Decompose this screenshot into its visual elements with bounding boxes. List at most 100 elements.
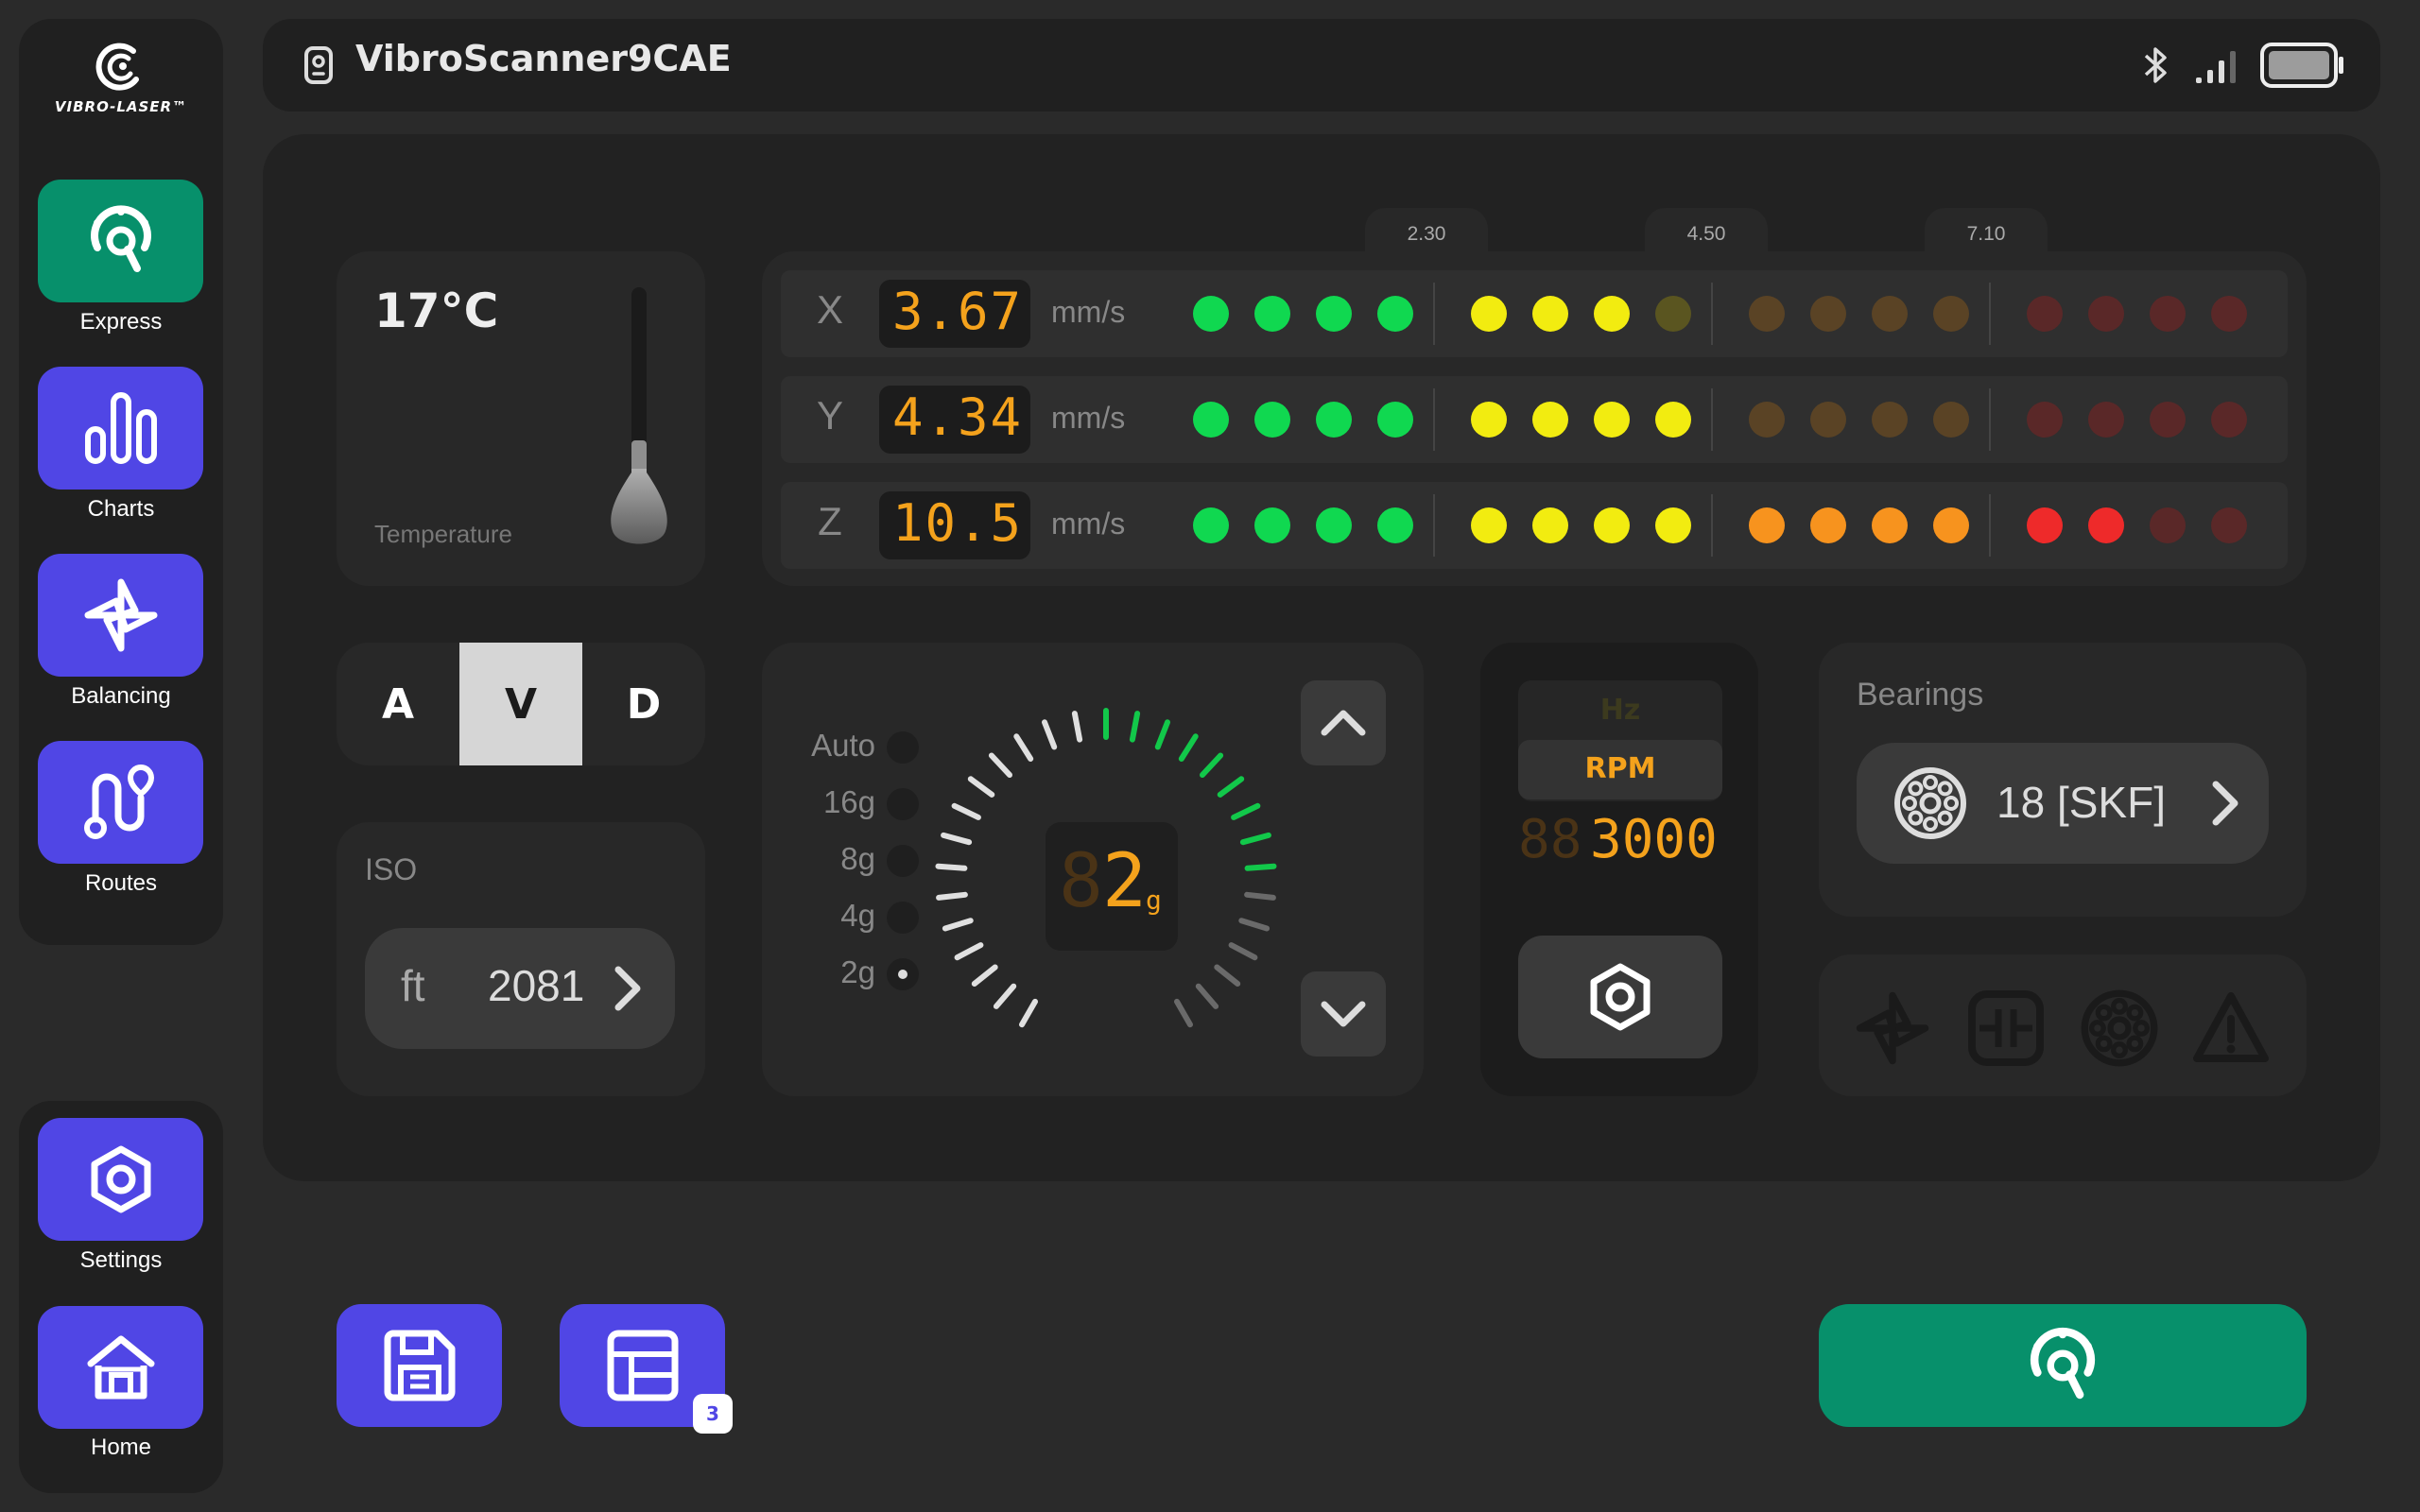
gauge-tick <box>1013 733 1034 762</box>
axis-led <box>2088 402 2124 438</box>
frequency-rpm-option[interactable]: RPM <box>1518 752 1722 785</box>
axis-led <box>2027 296 2063 332</box>
gauge-tick <box>971 964 998 987</box>
range-option-label[interactable]: 16g <box>790 784 875 820</box>
gauge-tick <box>1154 719 1170 750</box>
bearing-value: 18 [SKF] <box>1996 778 2166 827</box>
warning-icon <box>2193 992 2269 1062</box>
mode-v-button[interactable]: V <box>459 643 582 765</box>
sidebar-label-settings: Settings <box>79 1247 163 1273</box>
range-option-label[interactable]: Auto <box>790 728 875 764</box>
axis-led <box>2150 507 2186 543</box>
range-option-radio[interactable] <box>887 958 919 990</box>
chevron-right-icon <box>2212 781 2238 826</box>
axis-led <box>1594 507 1630 543</box>
gauge-tick <box>1195 983 1219 1009</box>
axis-led <box>2088 507 2124 543</box>
gauge-tick <box>941 832 973 846</box>
axis-led <box>1532 507 1568 543</box>
range-display-ghost: 8 <box>1059 839 1103 924</box>
axis-value-display: 4.34 <box>879 386 1030 454</box>
gauge-tick <box>1178 733 1199 762</box>
axis-led <box>2211 507 2247 543</box>
axis-led <box>1532 296 1568 332</box>
sidebar-item-express[interactable] <box>38 180 203 302</box>
axis-unit: mm/s <box>1051 295 1126 329</box>
bluetooth-icon[interactable] <box>2138 43 2174 87</box>
gauge-tick <box>1239 832 1271 846</box>
gear-icon <box>1590 963 1651 1031</box>
gauge-tick <box>954 942 984 961</box>
battery-icon <box>2260 43 2343 88</box>
gauge-tick <box>993 983 1017 1009</box>
gauge-tick <box>1217 776 1245 798</box>
gauge-tick <box>1244 863 1277 871</box>
frequency-settings-button[interactable] <box>1518 936 1722 1058</box>
home-icon <box>87 1335 154 1400</box>
range-option-radio[interactable] <box>887 788 919 820</box>
temperature-label: Temperature <box>374 520 512 548</box>
table-icon <box>607 1330 678 1401</box>
sidebar-item-settings[interactable] <box>38 1118 203 1241</box>
axis-led <box>1471 507 1507 543</box>
axis-led <box>2027 402 2063 438</box>
range-option-radio[interactable] <box>887 902 919 934</box>
range-up-button[interactable] <box>1301 680 1386 765</box>
bearings-label: Bearings <box>1857 677 1984 713</box>
axis-led <box>1810 296 1846 332</box>
axis-led <box>1193 507 1229 543</box>
express-scan-icon <box>2030 1327 2096 1400</box>
range-display-unit: g <box>1146 885 1162 916</box>
axis-led <box>1594 296 1630 332</box>
sidebar-item-charts[interactable] <box>38 367 203 490</box>
temperature-value: 17°C <box>374 284 499 338</box>
axis-unit: mm/s <box>1051 507 1126 541</box>
range-option-radio[interactable] <box>887 731 919 764</box>
sidebar-item-home[interactable] <box>38 1306 203 1429</box>
gear-icon <box>91 1145 150 1213</box>
fan-icon <box>1856 991 1929 1065</box>
start-measurement-button[interactable] <box>1819 1304 2307 1427</box>
axis-led <box>1316 296 1352 332</box>
axis-led <box>1254 296 1290 332</box>
report-count-badge: 3 <box>693 1394 733 1434</box>
axis-value-display: 10.5 <box>879 491 1030 559</box>
range-down-button[interactable] <box>1301 971 1386 1057</box>
axis-led <box>1254 402 1290 438</box>
axis-led <box>1377 402 1413 438</box>
sidebar-item-balancing[interactable] <box>38 554 203 677</box>
zone-divider <box>1989 388 1991 451</box>
range-option-label[interactable]: 4g <box>790 898 875 934</box>
frequency-hz-option[interactable]: Hz <box>1518 694 1722 727</box>
axis-led <box>1193 402 1229 438</box>
frequency-display-ghost: 88 <box>1518 809 1582 870</box>
axis-led <box>2027 507 2063 543</box>
bearing-icon <box>1894 767 1966 839</box>
sidebar-item-routes[interactable] <box>38 741 203 864</box>
axis-led <box>1810 402 1846 438</box>
axis-led <box>1655 507 1691 543</box>
sidebar-label-charts: Charts <box>87 496 155 522</box>
save-button[interactable] <box>337 1304 502 1427</box>
gauge-tick <box>1174 998 1193 1028</box>
range-option-label[interactable]: 2g <box>790 954 875 990</box>
range-option-radio[interactable] <box>887 845 919 877</box>
axis-value-display: 3.67 <box>879 280 1030 348</box>
zone-divider <box>1433 388 1435 451</box>
bearing-selector[interactable]: 18 [SKF] <box>1857 743 2269 864</box>
bearing-icon <box>2081 989 2158 1067</box>
axis-led <box>2211 402 2247 438</box>
brand-logo: VIBRO-LASER™ <box>19 38 223 142</box>
brand-name: VIBRO-LASER™ <box>54 98 188 115</box>
thermometer-icon <box>611 287 667 544</box>
gauge-tick <box>1042 719 1058 750</box>
mode-d-button[interactable]: D <box>582 643 705 765</box>
iso-selector[interactable]: ft 2081 <box>365 928 675 1049</box>
axis-led <box>1933 402 1969 438</box>
range-option-label[interactable]: 8g <box>790 841 875 877</box>
mode-a-button[interactable]: A <box>337 643 459 765</box>
axis-led <box>1316 507 1352 543</box>
route-icon <box>83 764 154 839</box>
axis-led <box>1749 507 1785 543</box>
axis-led <box>1471 402 1507 438</box>
